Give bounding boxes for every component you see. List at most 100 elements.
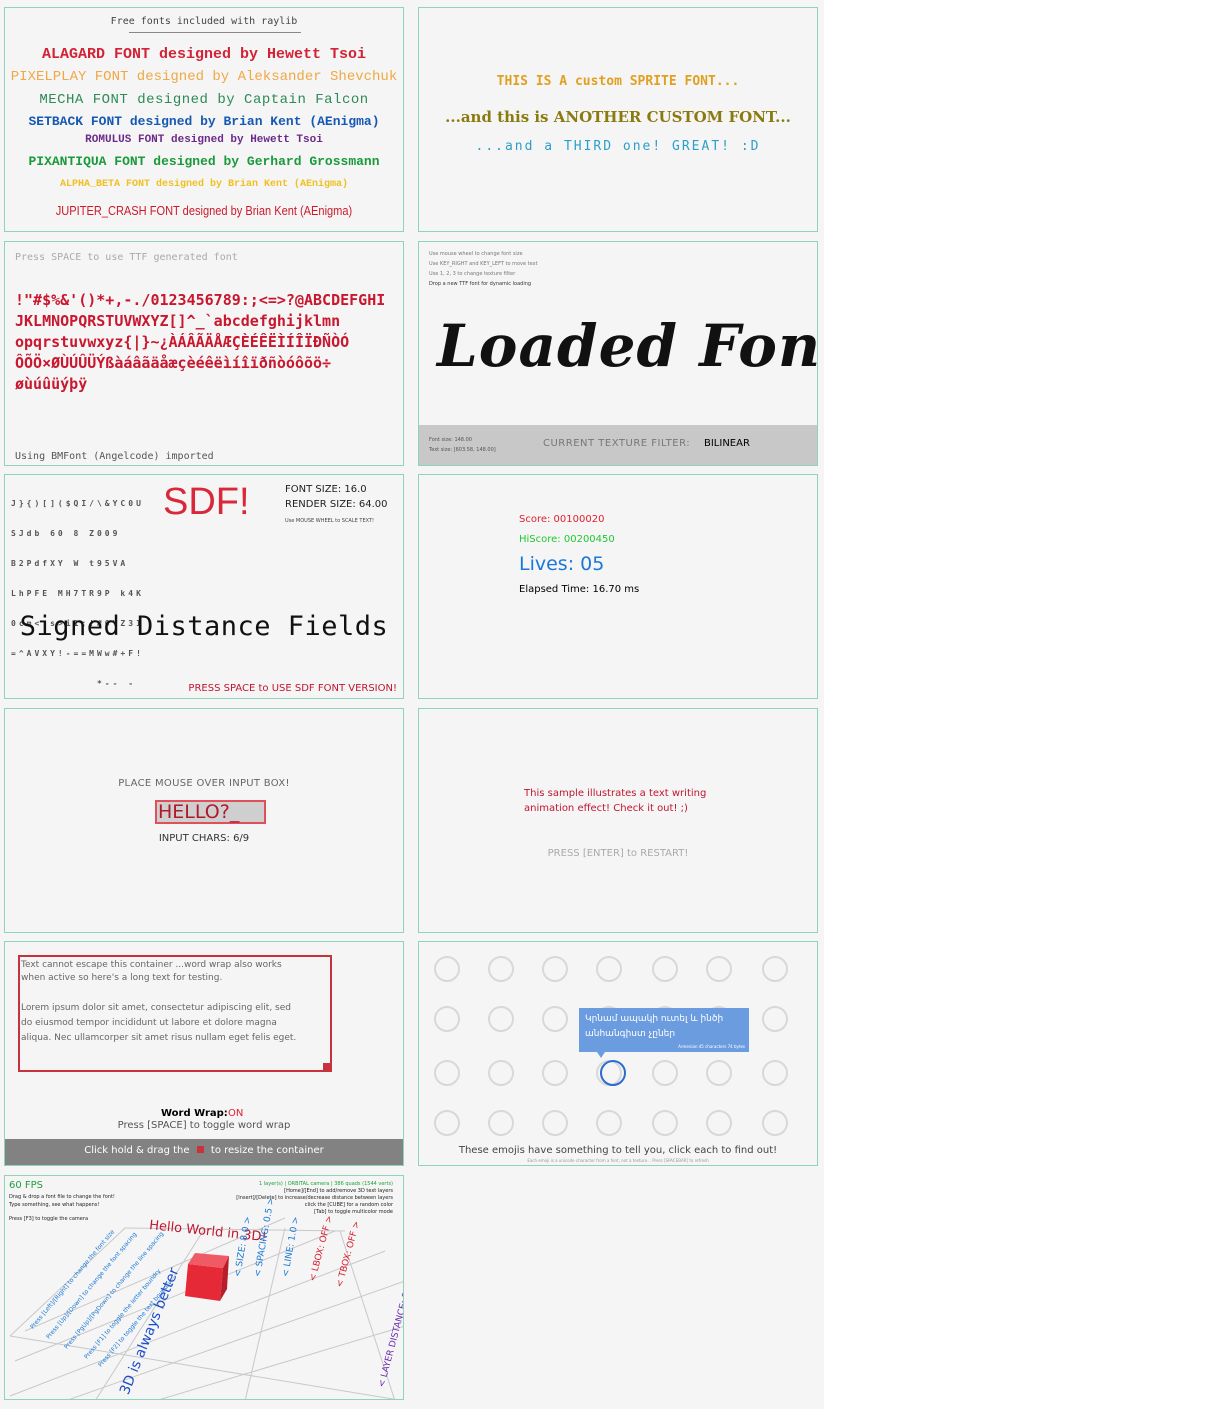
emoji-icon[interactable] xyxy=(434,956,460,982)
emoji-icon[interactable] xyxy=(542,1110,568,1136)
help-line-right: [Insert]/[Delete] to increase/decrease d… xyxy=(236,1195,393,1201)
emoji-icon[interactable] xyxy=(652,1060,678,1086)
emoji-footer-small: Each emoji is a unicode character from a… xyxy=(527,1158,709,1163)
anim-text-line2: animation effect! Check it out! ;) xyxy=(524,803,688,814)
sdf-label: SDF! xyxy=(163,481,250,523)
status-bar: Font size: 148.00 Text size: [603.58, 14… xyxy=(419,425,817,465)
fps-counter: 60 FPS xyxy=(9,1180,44,1191)
emoji-icon[interactable] xyxy=(488,1006,514,1032)
restart-hint: PRESS [ENTER] to RESTART! xyxy=(547,848,689,859)
rect-bounds-card[interactable]: Text cannot escape this container ...wor… xyxy=(4,941,404,1166)
font-line-alagard: ALAGARD FONT designed by Hewett Tsoi xyxy=(41,46,367,63)
input-prompt: PLACE MOUSE OVER INPUT BOX! xyxy=(118,778,290,789)
help-line: Type something, see what happens! xyxy=(9,1202,100,1208)
examples-gallery: Free fonts included with raylib ALAGARD … xyxy=(0,0,824,1409)
sprite-fonts-card[interactable]: THIS IS A custom SPRITE FONT... ...and t… xyxy=(418,7,818,232)
emoji-icon[interactable] xyxy=(652,956,678,982)
emoji-icon[interactable] xyxy=(706,1110,732,1136)
score-text: Score: 00100020 xyxy=(519,514,605,525)
text-input-box[interactable]: HELLO?_ xyxy=(155,800,266,824)
atlas-row: B2PdfXY W t95VA xyxy=(11,559,129,568)
wheel-hint: Use MOUSE WHEEL to SCALE TEXT! xyxy=(285,518,374,524)
emoji-icon[interactable] xyxy=(542,1060,568,1086)
atlas-row: *-- - xyxy=(11,679,137,688)
text-container[interactable]: Text cannot escape this container ...wor… xyxy=(18,955,332,1072)
emoji-icon[interactable] xyxy=(542,956,568,982)
info-filter: Use 1, 2, 3 to change texture filter xyxy=(429,271,516,277)
container-text-line: Lorem ipsum dolor sit amet, consectetur … xyxy=(21,1003,291,1013)
emoji-icon[interactable] xyxy=(596,956,622,982)
selected-emoji-icon[interactable] xyxy=(600,1060,626,1086)
font-line-pixantiqua: PIXANTIQUA FONT designed by Gerhard Gros… xyxy=(28,154,380,169)
font-line-jupiter-crash: JUPITER_CRASH FONT designed by Brian Ken… xyxy=(55,203,353,218)
atlas-row: J}{)[]($QI/\&YC0U xyxy=(11,499,144,508)
emoji-icon[interactable] xyxy=(762,1060,788,1086)
text3d-card[interactable]: 60 FPS Drag & drop a font file to change… xyxy=(4,1175,404,1400)
elapsed-time: Elapsed Time: 16.70 ms xyxy=(519,584,640,595)
emoji-icon[interactable] xyxy=(488,1060,514,1086)
input-box-card[interactable]: PLACE MOUSE OVER INPUT BOX! HELLO?_ INPU… xyxy=(4,708,404,933)
sdf-footer: PRESS SPACE to USE SDF FONT VERSION! xyxy=(188,683,397,694)
font-line-alpha-beta: ALPHA_BETA FONT designed by Brian Kent (… xyxy=(59,179,349,190)
filter-value: BILINEAR xyxy=(704,438,750,449)
loaded-font-card[interactable]: Use mouse wheel to change font size Use … xyxy=(418,241,818,466)
speech-bubble: Կրնամ ապակի ուտել և ինծի անհանգիստ չըներ… xyxy=(579,1008,749,1058)
container-text-line: do eiusmod tempor incididunt ut labore e… xyxy=(21,1018,277,1028)
cube[interactable] xyxy=(185,1253,229,1301)
render-size-readout: RENDER SIZE: 64.00 xyxy=(285,499,388,510)
emoji-icon[interactable] xyxy=(706,1060,732,1086)
hiscore-text: HiScore: 00200450 xyxy=(519,534,615,545)
info-drop: Drop a new TTF font for dynamic loading xyxy=(429,281,532,287)
font-line-pixelplay: PIXELPLAY FONT designed by Aleksander Sh… xyxy=(10,69,398,85)
sprite-font-line1: THIS IS A custom SPRITE FONT... xyxy=(496,74,740,89)
emoji-icon[interactable] xyxy=(434,1060,460,1086)
font-line-mecha: MECHA FONT designed by Captain Falcon xyxy=(39,92,369,108)
bmfont-card[interactable]: Press SPACE to use TTF generated font !"… xyxy=(4,241,404,466)
score-card[interactable]: Score: 00100020 HiScore: 00200450 Lives:… xyxy=(418,474,818,699)
bubble-text-line2: անհանգիստ չըներ xyxy=(585,1029,676,1039)
raylib-fonts-card[interactable]: Free fonts included with raylib ALAGARD … xyxy=(4,7,404,232)
glyph-row: opqrstuvwxyz{|}~¿ÀÁÂÃÄÅÆÇÈÉÊËÌÍÎÏÐÑÒÓ xyxy=(15,333,350,351)
font-size-readout: Font size: 148.00 xyxy=(429,437,472,443)
unicode-emoji-card[interactable]: Կրնամ ապակի ուտել և ինծի անհանգիստ չըներ… xyxy=(418,941,818,1166)
emoji-icon[interactable] xyxy=(762,1110,788,1136)
container-text-line: aliqua. Nec ullamcorper sit amet risus n… xyxy=(21,1033,297,1043)
emoji-icon[interactable] xyxy=(488,956,514,982)
emoji-icon[interactable] xyxy=(488,1110,514,1136)
sprite-font-line3: ...and a THIRD one! GREAT! :D xyxy=(475,139,761,154)
input-value: HELLO?_ xyxy=(158,801,240,823)
emoji-footer: These emojis have something to tell you,… xyxy=(458,1145,778,1156)
font-atlas-preview: J}{)[]($QI/\&YC0U SJdb 60 8 Z009 B2PdfXY… xyxy=(11,479,144,688)
help-line-right: [Home]/[End] to add/remove 3D text layer… xyxy=(284,1188,393,1194)
emoji-icon[interactable] xyxy=(652,1110,678,1136)
atlas-row: =^AVXY!-==MWw#+F! xyxy=(11,649,144,658)
emoji-icon[interactable] xyxy=(434,1110,460,1136)
text-size-readout: Text size: [603.58, 148.00] xyxy=(429,447,496,453)
writing-anim-card[interactable]: This sample illustrates a text writing a… xyxy=(418,708,818,933)
cube-front-face xyxy=(185,1264,223,1301)
card-title: Free fonts included with raylib xyxy=(110,16,298,27)
bubble-meta: Armenian 45 characters 74 bytes xyxy=(678,1044,745,1049)
anim-text-line1: This sample illustrates a text writing xyxy=(524,788,707,799)
emoji-icon[interactable] xyxy=(762,956,788,982)
emoji-icon[interactable] xyxy=(542,1006,568,1032)
resize-handle[interactable] xyxy=(323,1063,330,1070)
font-line-setback: SETBACK FONT designed by Brian Kent (AEn… xyxy=(28,114,380,129)
glyph-row: ÔÕÖ×ØÙÚÛÜÝßàáâãäåæçèéêëìíîïðñòóôõö÷ xyxy=(15,354,332,372)
toggle-hint: Press [SPACE] to toggle word wrap xyxy=(117,1120,291,1131)
emoji-icon[interactable] xyxy=(762,1006,788,1032)
atlas-row: LhPFE MH7TR9P k4K xyxy=(11,589,144,598)
ttf-hint: Press SPACE to use TTF generated font xyxy=(15,252,238,263)
emoji-icon[interactable] xyxy=(434,1006,460,1032)
glyph-set: !"#$%&'()*+,-./0123456789:;<=>?@ABCDEFGH… xyxy=(15,290,385,395)
drag-hint-a: Click hold & drag the xyxy=(84,1145,190,1156)
emoji-icon[interactable] xyxy=(596,1110,622,1136)
help-line: Drag & drop a font file to change the fo… xyxy=(9,1194,115,1200)
sdf-card[interactable]: J}{)[]($QI/\&YC0U SJdb 60 8 Z009 B2PdfXY… xyxy=(4,474,404,699)
drag-hint-bar: Click hold & drag the to resize the cont… xyxy=(5,1139,403,1165)
input-chars: INPUT CHARS: 6/9 xyxy=(158,833,250,844)
sdf-title: Signed Distance Fields xyxy=(19,611,389,642)
handle-marker xyxy=(196,1146,204,1153)
lives-text: Lives: 05 xyxy=(519,553,605,575)
emoji-icon[interactable] xyxy=(706,956,732,982)
